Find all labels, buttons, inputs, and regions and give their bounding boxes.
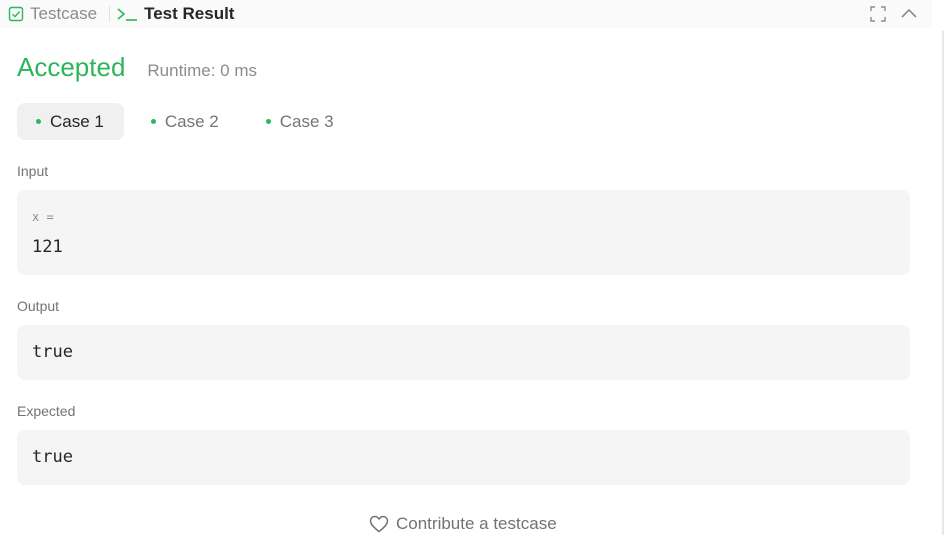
runtime-text: Runtime: 0 ms (147, 61, 257, 80)
heart-icon (369, 515, 389, 533)
case-tabs: Case 1 Case 2 Case 3 (17, 103, 354, 140)
case-pass-dot (36, 119, 41, 124)
tab-test-result-label: Test Result (144, 4, 235, 23)
chevron-up-icon[interactable] (900, 6, 918, 22)
contribute-label: Contribute a testcase (396, 514, 557, 533)
result-status: Accepted (17, 52, 126, 82)
tab-divider (109, 6, 111, 22)
result-summary: Accepted Runtime: 0 ms (17, 52, 257, 83)
output-value: true (32, 342, 73, 362)
case-tab-1[interactable]: Case 1 (17, 103, 124, 140)
contribute-testcase-button[interactable]: Contribute a testcase (369, 514, 557, 534)
input-var-name: x = (32, 210, 54, 224)
output-label: Output (17, 298, 60, 314)
terminal-icon (116, 6, 138, 22)
case-pass-dot (150, 119, 156, 124)
output-box: true (17, 325, 910, 380)
scrollbar-thumb[interactable] (942, 30, 944, 535)
tab-testcase-label: Testcase (30, 4, 98, 23)
tab-testcase[interactable]: Testcase (8, 0, 97, 28)
case-pass-dot (265, 119, 271, 124)
check-square-icon (8, 6, 24, 22)
case-label: Case 1 (50, 111, 104, 131)
case-label: Case 3 (279, 111, 334, 131)
input-label: Input (17, 163, 49, 179)
expected-value: true (32, 447, 73, 467)
input-value: 121 (32, 237, 63, 257)
expected-box: true (17, 430, 910, 485)
case-tab-2[interactable]: Case 2 (132, 103, 239, 140)
panel-tab-bar: Testcase Test Result (0, 0, 932, 28)
tab-test-result[interactable]: Test Result (116, 0, 234, 28)
fullscreen-icon[interactable] (870, 6, 886, 22)
expected-label: Expected (17, 403, 76, 419)
input-box: x = 121 (17, 190, 910, 275)
case-tab-3[interactable]: Case 3 (247, 103, 354, 140)
panel-actions (870, 0, 918, 28)
scrollbar[interactable] (932, 0, 946, 539)
case-label: Case 2 (164, 111, 219, 131)
